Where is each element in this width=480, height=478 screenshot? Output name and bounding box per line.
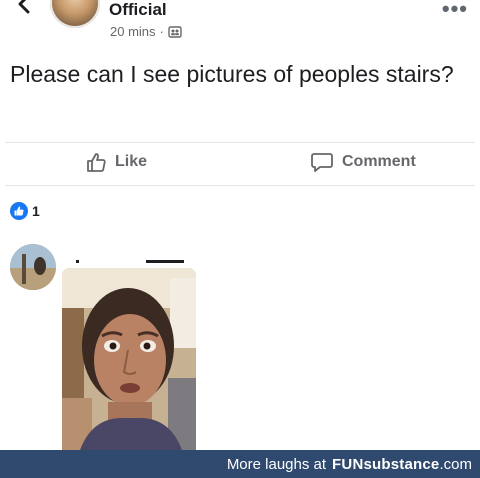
reaction-summary[interactable]: 1	[10, 202, 40, 220]
action-bar: Like Comment	[5, 142, 475, 186]
friends-icon	[168, 25, 182, 38]
commenter-avatar[interactable]	[10, 244, 56, 290]
reaction-count: 1	[32, 203, 40, 219]
back-button[interactable]	[10, 0, 40, 18]
author-name[interactable]: Official	[109, 0, 167, 20]
comment-button[interactable]: Comment	[310, 151, 416, 173]
selfie-photo	[62, 268, 196, 450]
post-time[interactable]: 20 mins	[110, 24, 156, 39]
like-label: Like	[115, 153, 148, 170]
like-button[interactable]: Like	[85, 151, 147, 173]
footer-brand-mid: substance	[363, 455, 440, 473]
footer-brand-bold: FUN	[332, 455, 364, 473]
comment-photo[interactable]	[62, 268, 196, 450]
comment-icon	[311, 153, 333, 172]
like-reaction-icon	[10, 202, 28, 220]
post-header: Official 20 mins · •••	[0, 0, 480, 48]
comment-label: Comment	[342, 153, 416, 170]
post-text: Please can I see pictures of peoples sta…	[10, 61, 454, 87]
commenter-name-redacted	[76, 252, 186, 263]
meta-separator: ·	[159, 24, 164, 39]
watermark-banner: More laughs at FUN substance .com	[0, 450, 480, 478]
chevron-left-icon	[18, 0, 30, 14]
author-avatar[interactable]	[50, 0, 100, 28]
post-meta: 20 mins ·	[110, 24, 182, 39]
thumbs-up-icon	[87, 153, 106, 172]
footer-prefix: More laughs at	[226, 455, 327, 473]
more-options-button[interactable]: •••	[442, 0, 468, 22]
footer-brand-suffix: .com	[439, 455, 472, 473]
